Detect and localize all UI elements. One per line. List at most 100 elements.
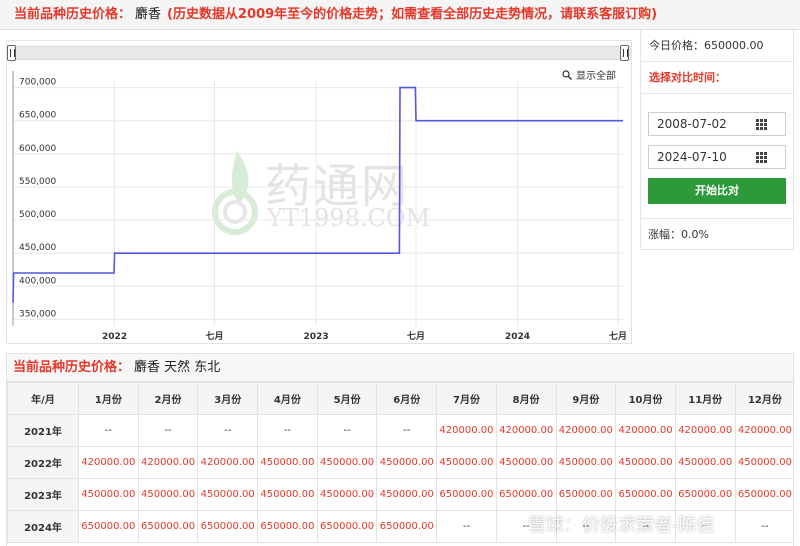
price-cell: 650000.00 bbox=[376, 510, 438, 543]
price-cell: 450000.00 bbox=[376, 446, 438, 479]
price-cell: 650000.00 bbox=[78, 510, 139, 543]
price-cell: 450000.00 bbox=[78, 478, 139, 511]
price-cell: 450000.00 bbox=[734, 446, 793, 479]
year-cell: 2023年 bbox=[7, 478, 79, 511]
page-header: 当前品种历史价格： 麝香 (历史数据从2009年至今的价格走势；如需查看全部历史走势… bbox=[0, 0, 800, 30]
price-cell: 450000.00 bbox=[316, 478, 378, 511]
price-cell: 420000.00 bbox=[436, 414, 497, 447]
today-price-label: 今日价格： bbox=[649, 39, 704, 52]
price-cell: 450000.00 bbox=[316, 446, 378, 479]
end-date-value: 2024-07-10 bbox=[657, 150, 727, 164]
price-cell: 650000.00 bbox=[137, 510, 199, 543]
price-cell: 650000.00 bbox=[316, 510, 378, 543]
price-cell: 420000.00 bbox=[555, 414, 617, 447]
show-all-label: 显示全部 bbox=[576, 71, 616, 82]
price-cell: 420000.00 bbox=[137, 446, 199, 479]
x-tick-label: 七月 bbox=[407, 330, 425, 342]
price-cell: 450000.00 bbox=[674, 446, 736, 479]
end-date-input[interactable]: 2024-07-10 bbox=[648, 145, 786, 169]
x-tick-label: 2022 bbox=[102, 332, 127, 342]
today-price-value: 650000.00 bbox=[704, 39, 764, 52]
snowball-logo-icon bbox=[501, 514, 521, 534]
column-header: 8月份 bbox=[495, 382, 557, 415]
start-date-input[interactable]: 2008-07-02 bbox=[648, 112, 786, 136]
x-tick-label: 七月 bbox=[205, 330, 223, 342]
price-cell: 420000.00 bbox=[495, 414, 557, 447]
price-cell: 650000.00 bbox=[197, 510, 259, 543]
xueqiu-watermark-text: 雪球：价投求索者-陈佳 bbox=[528, 515, 715, 536]
y-tick-label: 700,000 bbox=[19, 78, 56, 88]
column-header: 12月份 bbox=[734, 382, 793, 415]
price-cell: 650000.00 bbox=[257, 510, 318, 543]
price-change-label: 涨幅： bbox=[648, 228, 681, 241]
y-tick-label: 450,000 bbox=[19, 243, 56, 253]
column-header: 9月份 bbox=[555, 382, 617, 415]
price-cell: -- bbox=[316, 414, 378, 447]
price-cell: 450000.00 bbox=[376, 478, 438, 511]
price-cell: 420000.00 bbox=[674, 414, 736, 447]
column-header: 4月份 bbox=[257, 382, 318, 415]
year-cell: 2022年 bbox=[7, 446, 79, 479]
column-header: 11月份 bbox=[674, 382, 736, 415]
x-tick-label: 2023 bbox=[304, 332, 329, 342]
y-tick-label: 650,000 bbox=[19, 111, 56, 121]
price-cell: -- bbox=[436, 510, 497, 543]
table-row: 2023年 450000.00 450000.00 450000.00 450000.0… bbox=[7, 478, 793, 511]
price-cell: 420000.00 bbox=[615, 414, 676, 447]
price-cell: 650000.00 bbox=[555, 478, 617, 511]
y-tick-label: 400,000 bbox=[19, 276, 56, 286]
y-tick-label: 500,000 bbox=[19, 210, 56, 220]
start-compare-button[interactable]: 开始比对 bbox=[648, 178, 786, 204]
price-cell: 650000.00 bbox=[495, 478, 557, 511]
today-price-row: 今日价格：650000.00 bbox=[641, 30, 793, 62]
table-row: 2022年 420000.00 420000.00 420000.00 450000.0… bbox=[7, 446, 793, 479]
table-title-label: 当前品种历史价格： bbox=[13, 360, 131, 375]
price-change-value: 0.0% bbox=[681, 228, 709, 241]
column-header: 5月份 bbox=[316, 382, 378, 415]
price-cell: 450000.00 bbox=[555, 446, 617, 479]
column-header: 2月份 bbox=[137, 382, 199, 415]
column-header: 1月份 bbox=[78, 382, 139, 415]
price-chart: 350,000 400,000 450,000 500,000 550,000 600,0… bbox=[12, 71, 627, 342]
header-product-name: 麝香 bbox=[135, 7, 162, 22]
y-tick-label: 550,000 bbox=[19, 177, 56, 187]
price-cell: 420000.00 bbox=[78, 446, 139, 479]
column-header: 10月份 bbox=[615, 382, 676, 415]
show-all-button[interactable]: 显示全部 bbox=[562, 67, 616, 82]
column-header: 7月份 bbox=[436, 382, 497, 415]
price-cell: 450000.00 bbox=[257, 478, 318, 511]
price-cell: 450000.00 bbox=[137, 478, 199, 511]
column-header: 3月份 bbox=[197, 382, 259, 415]
x-tick-label: 2024 bbox=[505, 332, 530, 342]
year-cell: 2024年 bbox=[7, 510, 79, 543]
price-cell: -- bbox=[376, 414, 438, 447]
price-cell: 450000.00 bbox=[197, 478, 259, 511]
calendar-icon[interactable] bbox=[756, 152, 767, 163]
price-cell: 420000.00 bbox=[197, 446, 259, 479]
y-tick-label: 600,000 bbox=[19, 144, 56, 154]
price-cell: -- bbox=[137, 414, 199, 447]
calendar-icon[interactable] bbox=[756, 119, 767, 130]
price-cell: 450000.00 bbox=[436, 446, 497, 479]
price-cell: -- bbox=[78, 414, 139, 447]
side-panel: 今日价格：650000.00 选择对比时间： bbox=[640, 30, 794, 250]
column-header: 年/月 bbox=[7, 382, 79, 415]
table-title-name: 麝香 天然 东北 bbox=[134, 360, 221, 375]
price-cell: -- bbox=[197, 414, 259, 447]
x-tick-label: 七月 bbox=[609, 330, 627, 342]
price-cell: 450000.00 bbox=[495, 446, 557, 479]
zoom-icon bbox=[562, 69, 572, 80]
price-cell: 450000.00 bbox=[257, 446, 318, 479]
price-series-line bbox=[12, 86, 623, 303]
price-cell: 650000.00 bbox=[615, 478, 676, 511]
table-title: 当前品种历史价格： 麝香 天然 东北 bbox=[7, 354, 793, 382]
price-cell: -- bbox=[257, 414, 318, 447]
chart-panel: 药通网 YT1998.COM 350,000 400,000 450,000 500,… bbox=[6, 40, 632, 344]
xueqiu-watermark: 雪球：价投求索者-陈佳 bbox=[500, 510, 790, 538]
year-cell: 2021年 bbox=[7, 414, 79, 447]
price-cell: 650000.00 bbox=[734, 478, 793, 511]
compare-time-label: 选择对比时间： bbox=[641, 62, 793, 94]
column-header: 6月份 bbox=[376, 382, 438, 415]
price-cell: 420000.00 bbox=[734, 414, 793, 447]
y-tick-label: 350,000 bbox=[19, 309, 56, 319]
